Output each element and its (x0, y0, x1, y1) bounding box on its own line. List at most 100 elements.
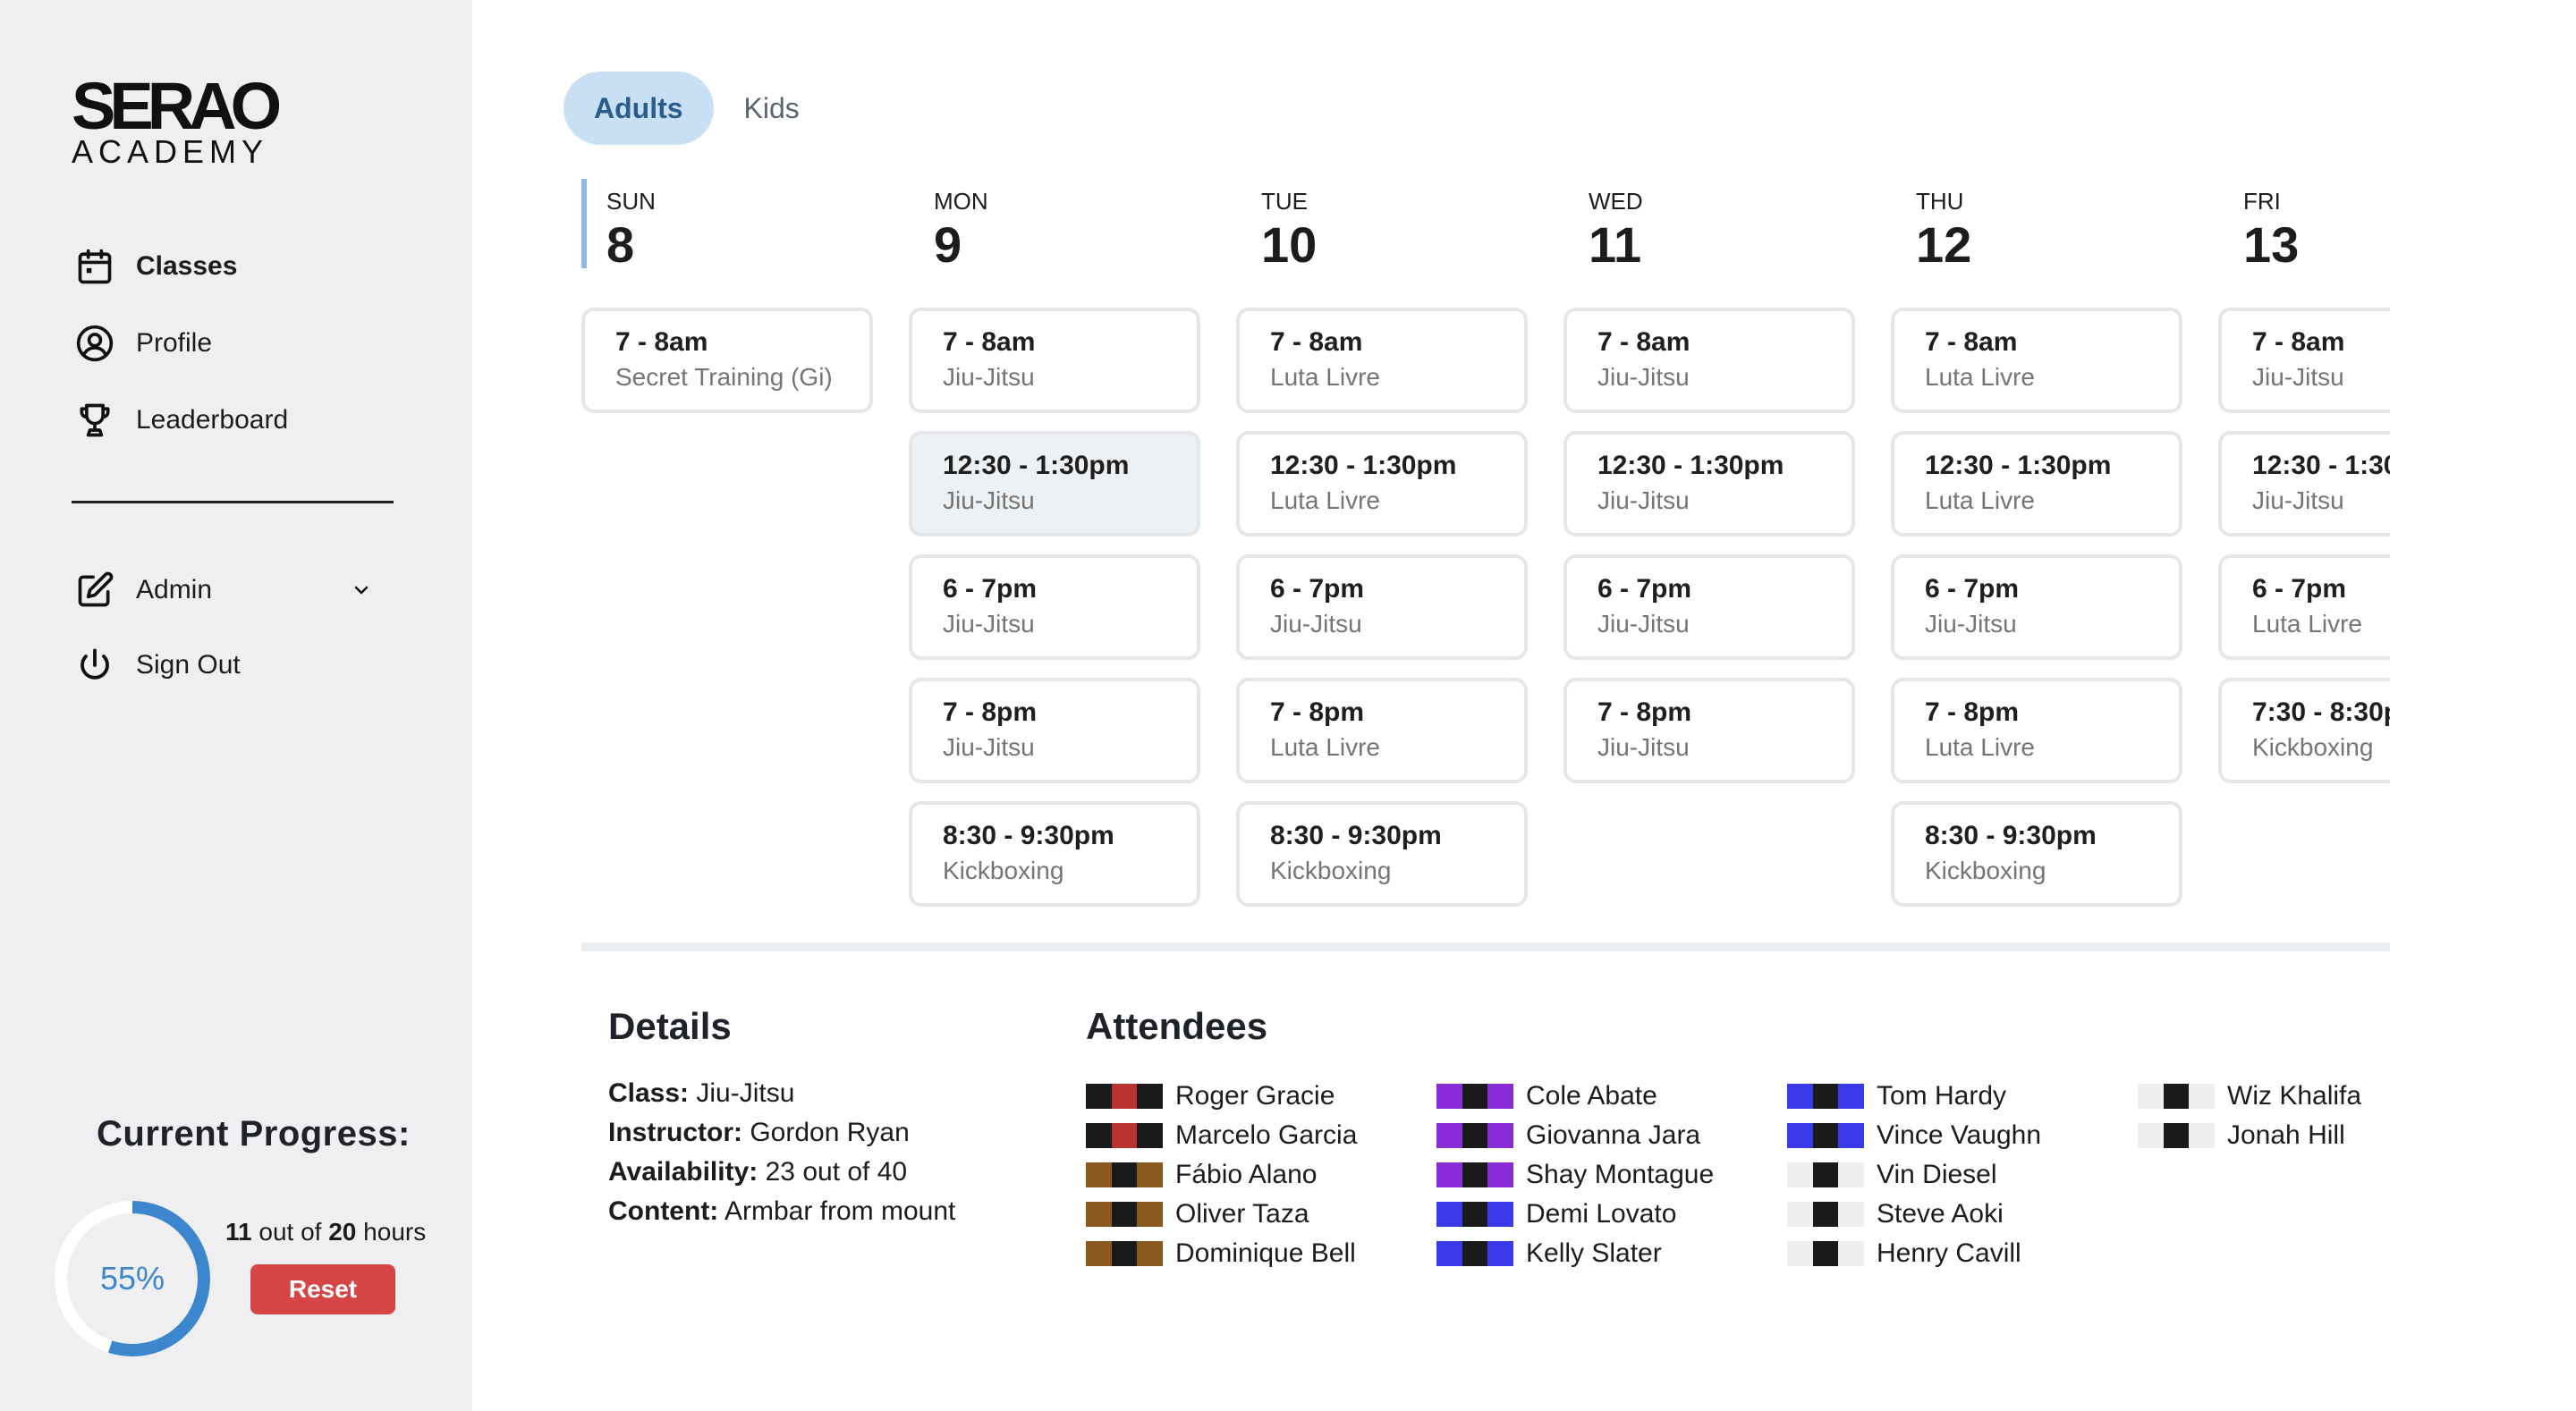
class-slot[interactable]: 8:30 - 9:30pm Kickboxing (1236, 801, 1528, 907)
class-slot[interactable]: 7 - 8pm Luta Livre (1236, 678, 1528, 783)
belt-rank-icon (1086, 1241, 1164, 1266)
class-time: 7 - 8am (1925, 327, 2018, 357)
attendee-row[interactable]: Vince Vaughn (1787, 1120, 2041, 1152)
class-slot[interactable]: 12:30 - 1:30pm Luta Livre (1891, 431, 2182, 537)
attendee-row[interactable]: Oliver Taza (1086, 1198, 1309, 1230)
class-name: Luta Livre (1925, 486, 2035, 514)
nav-item-classes[interactable]: Classes (73, 241, 237, 291)
belt-rank-icon (1787, 1162, 1865, 1187)
schedule-divider (581, 942, 2390, 951)
attendee-name: Kelly Slater (1526, 1238, 1662, 1268)
class-slot[interactable]: 6 - 7pm Jiu-Jitsu (1891, 554, 2182, 660)
day-of-week: SUN (606, 188, 656, 215)
class-slot[interactable]: 7 - 8am Luta Livre (1236, 308, 1528, 413)
class-name: Jiu-Jitsu (2252, 486, 2344, 514)
attendee-row[interactable]: Wiz Khalifa (2138, 1080, 2361, 1112)
attendee-row[interactable]: Kelly Slater (1436, 1238, 1662, 1270)
hours-done: 11 (225, 1218, 252, 1246)
belt-rank-icon (1436, 1202, 1514, 1227)
class-slot[interactable]: 7 - 8pm Jiu-Jitsu (1563, 678, 1855, 783)
tab-kids[interactable]: Kids (714, 72, 830, 145)
class-slot[interactable]: 12:30 - 1:30pm Jiu-Jitsu (2218, 431, 2390, 537)
class-slot[interactable]: 12:30 - 1:30pm Luta Livre (1236, 431, 1528, 537)
attendee-row[interactable]: Marcelo Garcia (1086, 1120, 1357, 1152)
tab-adults[interactable]: Adults (564, 72, 714, 145)
class-slot[interactable]: 6 - 7pm Luta Livre (2218, 554, 2390, 660)
class-slot[interactable]: 7 - 8am Jiu-Jitsu (1563, 308, 1855, 413)
class-slot[interactable]: 7 - 8pm Jiu-Jitsu (909, 678, 1200, 783)
nav-item-leaderboard[interactable]: Leaderboard (73, 395, 288, 445)
class-name: Luta Livre (1270, 486, 1380, 514)
class-slot[interactable]: 7 - 8am Luta Livre (1891, 308, 2182, 413)
class-slot[interactable]: 6 - 7pm Jiu-Jitsu (1563, 554, 1855, 660)
belt-rank-icon (1436, 1241, 1514, 1266)
class-name: Jiu-Jitsu (1925, 610, 2017, 638)
day-column-thu: THU 12 7 - 8am Luta Livre 12:30 - 1:30pm Luta… (1891, 179, 2182, 907)
attendee-row[interactable]: Giovanna Jara (1436, 1120, 1700, 1152)
class-slot[interactable]: 7 - 8am Jiu-Jitsu (909, 308, 1200, 413)
class-slot[interactable]: 7:30 - 8:30pm Kickboxing (2218, 678, 2390, 783)
user-circle-icon (73, 322, 116, 365)
class-slot[interactable]: 7 - 8pm Luta Livre (1891, 678, 2182, 783)
detail-availability: Availability: 23 out of 40 (608, 1157, 907, 1187)
detail-class: Class: Jiu-Jitsu (608, 1078, 794, 1109)
attendee-name: Henry Cavill (1877, 1238, 2021, 1268)
nav-item-profile[interactable]: Profile (73, 318, 212, 368)
attendee-row[interactable]: Demi Lovato (1436, 1198, 1676, 1230)
class-name: Jiu-Jitsu (1597, 733, 1690, 761)
attendee-row[interactable]: Cole Abate (1436, 1080, 1657, 1112)
nav-label: Leaderboard (136, 405, 289, 435)
admin-expand-chevron-icon[interactable] (343, 572, 379, 608)
class-time: 7 - 8pm (1597, 697, 1692, 727)
nav-item-sign-out[interactable]: Sign Out (73, 640, 241, 690)
class-slot[interactable]: 7 - 8am Secret Training (Gi) (581, 308, 873, 413)
class-slot[interactable]: 8:30 - 9:30pm Kickboxing (1891, 801, 2182, 907)
class-time: 7 - 8am (1270, 327, 1363, 357)
belt-rank-icon (1086, 1084, 1164, 1109)
reset-button[interactable]: Reset (250, 1264, 395, 1314)
detail-key: Class: (608, 1078, 690, 1108)
class-time: 8:30 - 9:30pm (1925, 821, 2097, 850)
class-name: Jiu-Jitsu (2252, 363, 2344, 391)
class-time: 7 - 8pm (1270, 697, 1365, 727)
belt-rank-icon (2138, 1123, 2216, 1148)
day-number: 12 (1916, 216, 1972, 273)
day-column-tue: TUE 10 7 - 8am Luta Livre 12:30 - 1:30pm Luta… (1236, 179, 1528, 907)
logo[interactable]: SERAO ACADEMY (72, 73, 282, 170)
class-slot[interactable]: 6 - 7pm Jiu-Jitsu (1236, 554, 1528, 660)
class-slot[interactable]: 6 - 7pm Jiu-Jitsu (909, 554, 1200, 660)
attendee-name: Marcelo Garcia (1175, 1120, 1358, 1150)
day-column-wed: WED 11 7 - 8am Jiu-Jitsu 12:30 - 1:30pm Jiu-J… (1563, 179, 1855, 783)
class-slot[interactable]: 7 - 8am Jiu-Jitsu (2218, 308, 2390, 413)
class-slot[interactable]: 8:30 - 9:30pm Kickboxing (909, 801, 1200, 907)
belt-rank-icon (1086, 1123, 1164, 1148)
attendee-name: Wiz Khalifa (2227, 1081, 2362, 1111)
class-slot[interactable]: 12:30 - 1:30pm Jiu-Jitsu (1563, 431, 1855, 537)
detail-value: Armbar from mount (718, 1196, 956, 1226)
day-number: 8 (606, 216, 635, 273)
day-of-week: TUE (1261, 188, 1308, 215)
attendee-row[interactable]: Dominique Bell (1086, 1238, 1356, 1270)
attendee-row[interactable]: Henry Cavill (1787, 1238, 2021, 1270)
day-header: MON 9 (909, 179, 1200, 271)
attendee-row[interactable]: Fábio Alano (1086, 1159, 1317, 1191)
hours-suffix: hours (356, 1218, 427, 1246)
day-number: 11 (1589, 216, 1642, 273)
attendee-row[interactable]: Vin Diesel (1787, 1159, 1997, 1191)
attendee-name: Dominique Bell (1175, 1238, 1356, 1268)
attendee-name: Giovanna Jara (1526, 1120, 1701, 1150)
class-name: Kickboxing (2252, 733, 2374, 761)
nav-label: Profile (136, 328, 213, 358)
attendee-row[interactable]: Roger Gracie (1086, 1080, 1335, 1112)
class-time: 12:30 - 1:30pm (943, 451, 1130, 480)
attendee-row[interactable]: Shay Montague (1436, 1159, 1714, 1191)
nav-item-admin[interactable]: Admin (73, 565, 212, 615)
class-time: 7 - 8am (1597, 327, 1690, 357)
attendee-row[interactable]: Jonah Hill (2138, 1120, 2345, 1152)
day-number: 13 (2243, 216, 2300, 273)
class-slot[interactable]: 12:30 - 1:30pm Jiu-Jitsu (909, 431, 1200, 537)
detail-key: Instructor: (608, 1118, 742, 1147)
attendee-name: Roger Gracie (1175, 1081, 1335, 1111)
attendee-row[interactable]: Steve Aoki (1787, 1198, 2004, 1230)
attendee-row[interactable]: Tom Hardy (1787, 1080, 2006, 1112)
